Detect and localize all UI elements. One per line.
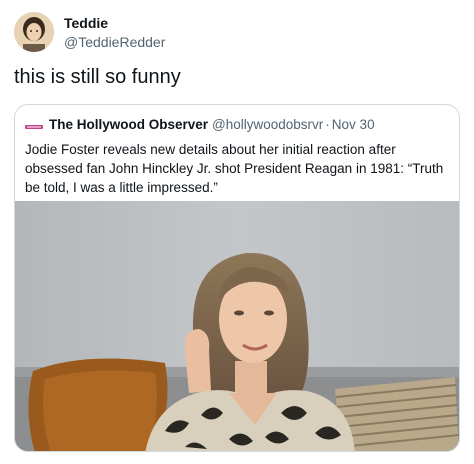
quoted-tweet-text: Jodie Foster reveals new details about h… <box>25 142 444 195</box>
quoted-tweet-media[interactable] <box>15 201 459 451</box>
separator-dot: · <box>325 117 330 132</box>
hollywood-observer-logo-icon <box>25 120 43 130</box>
quoted-tweet-date[interactable]: Nov 30 <box>332 117 375 132</box>
quoted-tweet-header: The Hollywood Observer @hollywoodobsrvr … <box>25 117 375 132</box>
avatar-photo-icon <box>14 12 54 52</box>
avatar[interactable] <box>14 12 54 52</box>
author-handle[interactable]: @TeddieRedder <box>64 34 165 50</box>
quoted-author-handle[interactable]: @hollywoodobsrvr <box>212 117 323 132</box>
quoted-author-name[interactable]: The Hollywood Observer <box>49 117 208 132</box>
video-still-icon <box>15 201 459 451</box>
tweet-text: this is still so funny <box>14 66 181 88</box>
author-name[interactable]: Teddie <box>64 15 108 31</box>
quoted-tweet-card[interactable]: The Hollywood Observer @hollywoodobsrvr … <box>14 104 460 452</box>
